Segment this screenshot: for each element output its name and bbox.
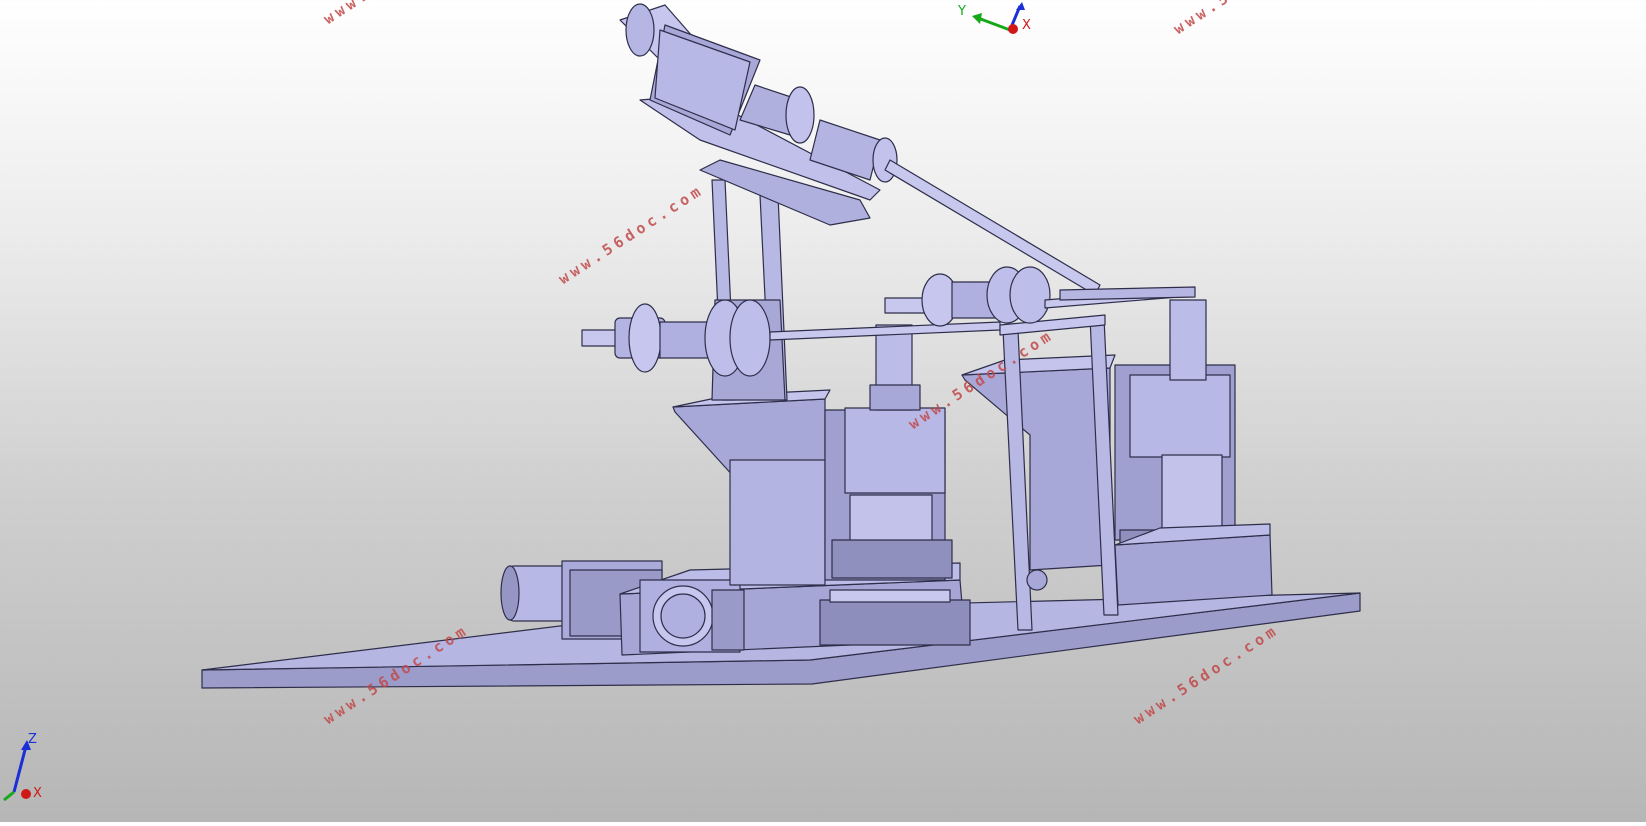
3d-viewport[interactable]: www.56doc.com www.56doc.com www.56doc.co… xyxy=(0,0,1646,822)
front-motor[interactable] xyxy=(639,579,745,653)
cad-model-canvas[interactable] xyxy=(0,0,1646,822)
inclined-motor[interactable] xyxy=(619,3,1101,296)
axis-triad-top[interactable]: Y X xyxy=(958,2,1040,42)
link-rod[interactable] xyxy=(1059,286,1196,301)
axis-triad-bottom[interactable]: Z X xyxy=(0,728,60,808)
right-slide-table[interactable] xyxy=(1114,523,1273,606)
right-column[interactable] xyxy=(1169,299,1207,381)
axis-label-y: Y xyxy=(958,4,966,19)
axis-label-z: Z xyxy=(28,732,37,747)
left-gearbox[interactable] xyxy=(824,407,953,581)
left-column[interactable] xyxy=(869,324,921,411)
axis-label-x: X xyxy=(1022,18,1031,33)
axis-label-x: X xyxy=(33,786,42,801)
left-pedestal[interactable] xyxy=(672,389,831,586)
